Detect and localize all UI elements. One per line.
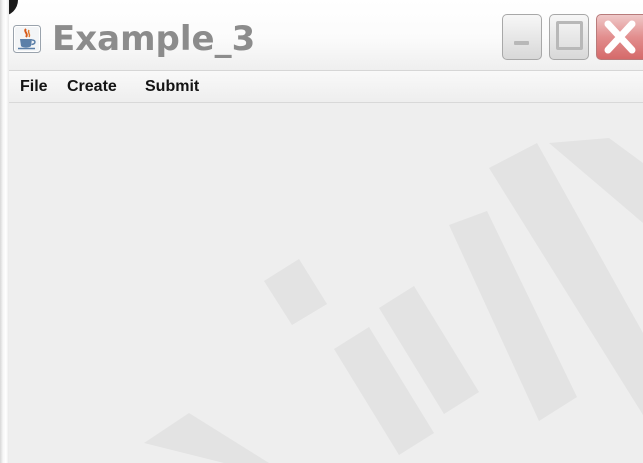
maximize-button[interactable] xyxy=(549,14,589,60)
close-icon xyxy=(604,20,636,54)
close-button[interactable] xyxy=(596,14,643,60)
minimize-button[interactable] xyxy=(502,14,542,60)
window-title: Example_3 xyxy=(52,19,256,59)
menu-submit[interactable]: Submit xyxy=(145,71,199,102)
content-pane xyxy=(9,103,643,463)
menu-bar: File Create Submit xyxy=(9,71,643,103)
minimize-icon xyxy=(514,41,529,45)
java-coffee-cup-icon[interactable] xyxy=(13,25,41,53)
menu-create[interactable]: Create xyxy=(67,71,117,102)
app-window: Example_3 File Create Submit xyxy=(0,0,643,463)
window-left-border xyxy=(0,0,9,463)
menu-file[interactable]: File xyxy=(20,71,48,102)
maximize-icon xyxy=(556,21,583,50)
title-bar[interactable]: Example_3 xyxy=(0,0,643,71)
watermark-graphic xyxy=(144,138,643,463)
